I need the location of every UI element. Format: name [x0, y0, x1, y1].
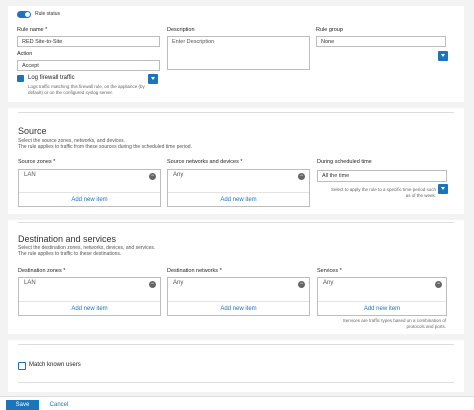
- source-panel: Source Select the source zones, networks…: [8, 108, 464, 214]
- match-users-checkbox[interactable]: [18, 362, 26, 370]
- source-zones-label: Source zones *: [18, 159, 56, 165]
- destination-networks-label: Destination networks *: [167, 268, 222, 274]
- log-help-text: Logs traffic matching this firewall rule…: [28, 84, 145, 95]
- schedule-select[interactable]: All the time: [317, 170, 447, 182]
- rule-status-label: Rule status: [35, 11, 61, 17]
- schedule-dropdown-button[interactable]: [438, 184, 448, 194]
- destination-desc-2: The rule applies to traffic to these des…: [18, 251, 122, 257]
- footer-bar: Save Cancel: [0, 396, 474, 410]
- destination-network-item: Any: [173, 280, 184, 286]
- log-checkbox[interactable]: [17, 75, 24, 88]
- source-networks-add-button[interactable]: Add new item: [168, 197, 309, 203]
- source-zone-item: LAN: [24, 172, 36, 178]
- rule-status-toggle[interactable]: [17, 11, 31, 18]
- source-networks-label: Source networks and devices *: [167, 159, 243, 165]
- description-label: Description: [167, 27, 195, 33]
- source-title: Source: [18, 126, 47, 136]
- source-desc-2: The rule applies to traffic from these s…: [18, 144, 192, 150]
- destination-panel: Destination and services Select the dest…: [8, 220, 464, 334]
- services-add-button[interactable]: Add new item: [318, 306, 446, 312]
- action-label: Action: [17, 51, 33, 57]
- log-dropdown-button[interactable]: [148, 74, 158, 84]
- action-select[interactable]: Accept: [17, 60, 160, 71]
- rule-group-label: Rule group: [316, 27, 343, 33]
- source-network-item: Any: [173, 172, 184, 178]
- save-button[interactable]: Save: [6, 400, 39, 410]
- remove-icon[interactable]: −: [149, 281, 156, 288]
- service-item: Any: [323, 280, 334, 286]
- rule-name-label: Rule name *: [17, 27, 48, 33]
- destination-title: Destination and services: [18, 234, 117, 244]
- rule-group-dropdown-button[interactable]: [438, 51, 448, 61]
- services-list: Any − Add new item: [317, 277, 447, 316]
- destination-zones-add-button[interactable]: Add new item: [19, 306, 160, 312]
- rule-name-input[interactable]: RED Site-to-Site: [17, 36, 160, 47]
- check-icon: [17, 82, 24, 88]
- schedule-help-text: Select to apply the rule to a specific t…: [330, 187, 436, 198]
- destination-zone-item: LAN: [24, 280, 36, 286]
- destination-zones-label: Destination zones *: [18, 268, 66, 274]
- identity-panel: Match known users: [8, 340, 464, 392]
- destination-networks-add-button[interactable]: Add new item: [168, 306, 309, 312]
- description-textarea[interactable]: Enter Description: [167, 36, 310, 70]
- cancel-button[interactable]: Cancel: [44, 400, 74, 410]
- log-label: Log firewall traffic: [28, 75, 75, 81]
- destination-zones-list: LAN − Add new item: [18, 277, 161, 316]
- remove-icon[interactable]: −: [149, 173, 156, 180]
- source-networks-list: Any − Add new item: [167, 169, 310, 207]
- remove-icon[interactable]: −: [298, 173, 305, 180]
- match-users-label: Match known users: [29, 362, 81, 368]
- schedule-label: During scheduled time: [317, 159, 372, 165]
- remove-icon[interactable]: −: [298, 281, 305, 288]
- services-help-text: Services are traffic types based on a co…: [342, 318, 446, 329]
- destination-networks-list: Any − Add new item: [167, 277, 310, 316]
- general-panel: Rule status Rule name * RED Site-to-Site…: [8, 6, 464, 102]
- rule-group-select[interactable]: None: [316, 36, 446, 47]
- services-label: Services *: [317, 268, 342, 274]
- source-zones-list: LAN − Add new item: [18, 169, 161, 207]
- remove-icon[interactable]: −: [435, 281, 442, 288]
- source-zones-add-button[interactable]: Add new item: [19, 197, 160, 203]
